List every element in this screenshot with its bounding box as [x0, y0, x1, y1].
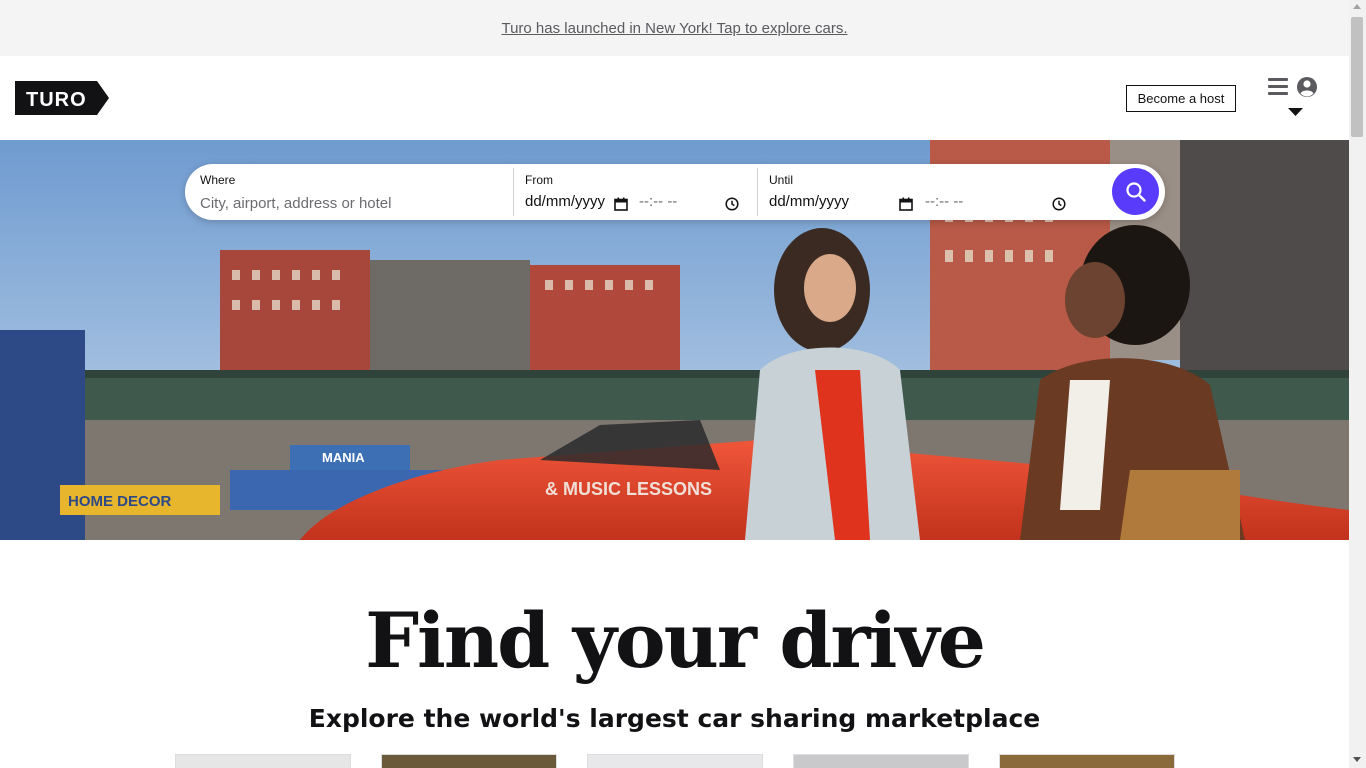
turo-logo-shape: TURO	[15, 81, 109, 115]
logo-text: TURO	[26, 89, 87, 111]
scroll-thumb[interactable]	[1351, 17, 1363, 137]
page: Turo has launched in New York! Tap to ex…	[0, 0, 1366, 768]
from-date-input[interactable]: dd/mm/yyyy	[525, 193, 605, 210]
until-segment: Until dd/mm/yyyy --:-- --	[769, 164, 1069, 220]
where-input[interactable]	[200, 192, 500, 214]
where-label: Where	[200, 173, 236, 187]
account-menu-toggle[interactable]	[1266, 76, 1318, 120]
until-date-input[interactable]: dd/mm/yyyy	[769, 193, 849, 210]
hamburger-icon	[1268, 78, 1288, 96]
become-host-button[interactable]: Become a host	[1126, 85, 1236, 112]
page-subheadline: Explore the world's largest car sharing …	[308, 704, 1041, 733]
until-label: Until	[769, 173, 794, 187]
search-divider	[513, 168, 514, 216]
turo-logo[interactable]: TURO	[15, 81, 109, 115]
category-card[interactable]	[587, 754, 763, 768]
category-card[interactable]	[999, 754, 1175, 768]
sign-home-decor: HOME DECOR	[68, 493, 172, 510]
category-card[interactable]	[175, 754, 351, 768]
scroll-up-arrow-icon[interactable]	[1353, 4, 1361, 9]
until-time-input[interactable]: --:-- --	[925, 193, 963, 210]
clock-icon[interactable]	[725, 197, 739, 211]
announcement-link[interactable]: Turo has launched in New York! Tap to ex…	[501, 20, 847, 37]
search-button[interactable]	[1112, 168, 1159, 215]
category-card[interactable]	[793, 754, 969, 768]
account-icon	[1297, 77, 1317, 97]
search-bar: Where From dd/mm/yyyy --:-- --	[185, 164, 1165, 220]
sign-mania: MANIA	[322, 450, 365, 465]
from-segment: From dd/mm/yyyy --:-- --	[525, 164, 755, 220]
announcement-banner: Turo has launched in New York! Tap to ex…	[0, 0, 1349, 56]
until-time-value: --:-- --	[925, 193, 964, 210]
page-headline: Find your drive	[365, 596, 986, 685]
calendar-icon[interactable]	[899, 197, 913, 211]
clock-icon[interactable]	[1052, 197, 1066, 211]
where-segment: Where	[200, 164, 513, 220]
from-time-value: --:-- --	[639, 193, 678, 210]
search-divider	[757, 168, 758, 216]
sign-music-lessons: & MUSIC LESSONS	[545, 479, 712, 499]
scroll-down-arrow-icon[interactable]	[1353, 757, 1361, 762]
search-icon	[1125, 181, 1146, 202]
from-time-input[interactable]: --:-- --	[639, 193, 677, 210]
site-header: TURO Become a host	[0, 56, 1349, 140]
calendar-icon[interactable]	[614, 197, 628, 211]
caret-down-icon	[1288, 108, 1303, 116]
from-label: From	[525, 173, 553, 187]
category-card[interactable]	[381, 754, 557, 768]
until-date-value: dd/mm/yyyy	[769, 193, 850, 210]
from-date-value: dd/mm/yyyy	[525, 193, 606, 210]
page-scrollbar[interactable]	[1349, 0, 1366, 768]
